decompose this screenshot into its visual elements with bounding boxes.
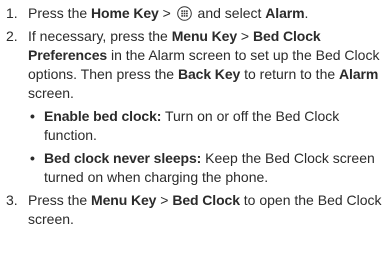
- option-term: Bed clock never sleeps:: [44, 150, 202, 166]
- step-text: .: [304, 5, 309, 21]
- key-label: Menu Key: [91, 192, 157, 208]
- step-number: 2.: [6, 28, 18, 44]
- option-item: • Bed clock never sleeps: Keep the Bed Cl…: [28, 149, 385, 187]
- option-term: Enable bed clock:: [44, 108, 162, 124]
- apps-grid-icon: [176, 6, 192, 21]
- separator: >: [158, 5, 175, 21]
- key-label: Back Key: [177, 66, 241, 82]
- step-number: 3.: [6, 192, 18, 208]
- step-text: and select: [193, 5, 266, 21]
- option-list: • Enable bed clock: Turn on or off the Be…: [28, 107, 385, 187]
- screen-label: Alarm: [339, 66, 379, 82]
- separator: >: [156, 192, 173, 208]
- app-label: Alarm: [265, 5, 305, 21]
- separator: >: [237, 28, 253, 44]
- option-item: • Enable bed clock: Turn on or off the Be…: [28, 107, 385, 145]
- step-text: to return to the: [240, 66, 340, 82]
- step-text: Press the: [28, 5, 92, 21]
- step-text: If necessary, press the: [28, 28, 172, 44]
- key-label: Home Key: [91, 5, 159, 21]
- key-label: Menu Key: [171, 28, 238, 44]
- menu-option-label: Bed Clock: [172, 192, 240, 208]
- step-1: 1. Press the Home Key > and select Alarm…: [6, 4, 385, 23]
- step-text: screen.: [28, 85, 74, 101]
- step-2: 2. If necessary, press the Menu Key > Be…: [6, 27, 385, 187]
- step-3: 3. Press the Menu Key > Bed Clock to ope…: [6, 191, 385, 229]
- bullet-icon: •: [30, 150, 35, 166]
- bullet-icon: •: [30, 108, 35, 124]
- step-text: Press the: [28, 192, 92, 208]
- instructions: 1. Press the Home Key > and select Alarm…: [0, 0, 389, 229]
- step-number: 1.: [6, 5, 18, 21]
